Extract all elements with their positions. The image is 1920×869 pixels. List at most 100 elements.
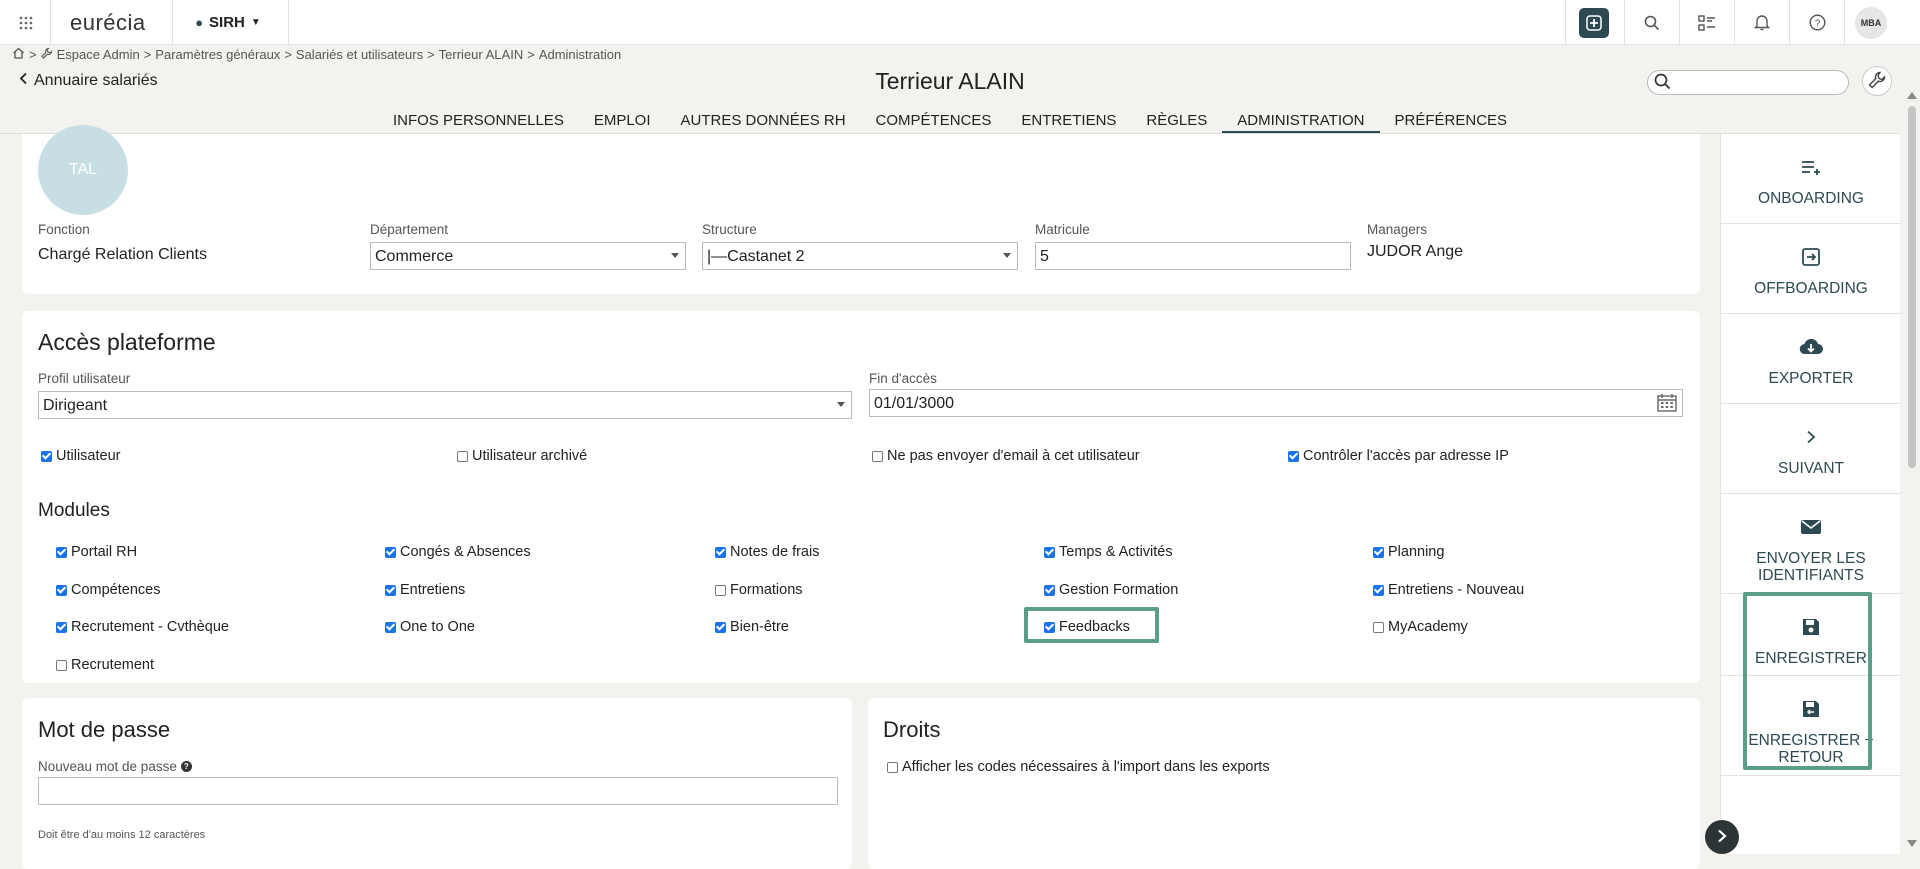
exporter-button[interactable]: EXPORTER: [1721, 314, 1901, 404]
checkbox-icon: [385, 584, 396, 596]
new-password-input[interactable]: [38, 777, 838, 805]
tasks-icon[interactable]: [1682, 0, 1732, 45]
module-label: Formations: [730, 582, 803, 598]
fin-acces-input[interactable]: 01/01/3000: [869, 389, 1683, 417]
drop-icon: ●: [195, 15, 204, 30]
app-launcher-grid-icon[interactable]: [10, 0, 42, 45]
employee-avatar: TAL: [38, 125, 128, 215]
search-icon[interactable]: [1627, 0, 1677, 45]
checkbox-icon: [385, 546, 396, 558]
checkbox-icon: [715, 621, 726, 633]
password-label-text: Nouveau mot de passe: [38, 759, 177, 774]
exporter-label: EXPORTER: [1768, 370, 1854, 387]
onboarding-label: ONBOARDING: [1758, 190, 1864, 207]
module-recrutement[interactable]: Recrutement: [56, 657, 154, 673]
managers-label: Managers: [1367, 222, 1428, 237]
module-planning[interactable]: Planning: [1373, 544, 1444, 560]
breadcrumb-item[interactable]: Salariés et utilisateurs: [296, 47, 423, 62]
calendar-icon[interactable]: [1657, 393, 1677, 417]
no-email-checkbox[interactable]: Ne pas envoyer d'email à cet utilisateur: [872, 448, 1140, 464]
checkbox-icon: [1288, 450, 1299, 462]
breadcrumb: > Espace Admin > Paramètres généraux > S…: [12, 47, 621, 62]
checkbox-icon: [1373, 584, 1384, 596]
add-button[interactable]: [1568, 0, 1620, 45]
chevron-down-icon: [671, 253, 679, 258]
option-label: Afficher les codes nécessaires à l'impor…: [902, 759, 1270, 775]
envoyer-identifiants-label: ENVOYER LES IDENTIFIANTS: [1756, 550, 1866, 584]
module-label: Notes de frais: [730, 544, 820, 560]
onboarding-button[interactable]: ONBOARDING: [1721, 134, 1901, 224]
chevron-right-icon: [1717, 829, 1727, 846]
breadcrumb-separator: >: [29, 47, 37, 62]
scroll-up-arrow-icon[interactable]: [1907, 92, 1917, 99]
next-arrow-button[interactable]: [1705, 820, 1739, 854]
utilisateur-checkbox[interactable]: Utilisateur: [41, 448, 120, 464]
departement-label: Département: [370, 222, 449, 237]
fonction-label: Fonction: [38, 222, 90, 237]
module-entretiens-nouveau[interactable]: Entretiens - Nouveau: [1373, 582, 1524, 598]
module-label: Entretiens - Nouveau: [1388, 582, 1525, 598]
module-conges-absences[interactable]: Congés & Absences: [385, 544, 531, 560]
offboarding-button[interactable]: OFFBOARDING: [1721, 224, 1901, 314]
module-bien-etre[interactable]: Bien-être: [715, 619, 789, 635]
settings-wrench-button[interactable]: [1862, 66, 1892, 96]
tab-autres-donnees-rh[interactable]: AUTRES DONNÉES RH: [666, 112, 861, 133]
search-input[interactable]: [1647, 70, 1849, 95]
tab-entretiens[interactable]: ENTRETIENS: [1006, 112, 1131, 133]
breadcrumb-item[interactable]: Paramètres généraux: [155, 47, 280, 62]
user-avatar[interactable]: MBA: [1850, 0, 1892, 45]
module-label: Recrutement: [71, 657, 155, 673]
module-label: One to One: [400, 619, 475, 635]
tab-administration[interactable]: ADMINISTRATION: [1222, 112, 1380, 133]
matricule-input[interactable]: 5: [1035, 242, 1351, 270]
breadcrumb-item[interactable]: Terrieur ALAIN: [439, 47, 524, 62]
suivant-button[interactable]: SUIVANT: [1721, 404, 1901, 494]
page-title: Terrieur ALAIN: [875, 68, 1025, 94]
mail-icon: [1800, 516, 1822, 538]
checkbox-icon: [41, 450, 52, 462]
checkbox-icon: [385, 621, 396, 633]
module-formations[interactable]: Formations: [715, 582, 803, 598]
profil-utilisateur-value: Dirigeant: [43, 397, 108, 414]
scrollbar-thumb[interactable]: [1908, 106, 1916, 468]
ip-control-checkbox[interactable]: Contrôler l'accès par adresse IP: [1288, 448, 1509, 464]
module-label: Gestion Formation: [1059, 582, 1179, 598]
module-label: Congés & Absences: [400, 544, 531, 560]
envoyer-identifiants-button[interactable]: ENVOYER LES IDENTIFIANTS: [1721, 494, 1901, 594]
tab-preferences[interactable]: PRÉFÉRENCES: [1380, 112, 1523, 133]
breadcrumb-item[interactable]: Espace Admin: [57, 47, 140, 62]
module-competences[interactable]: Compétences: [56, 582, 160, 598]
module-recrutement-cvtheque[interactable]: Recrutement - Cvthèque: [56, 619, 229, 635]
profil-utilisateur-label: Profil utilisateur: [38, 371, 131, 386]
tab-emploi[interactable]: EMPLOI: [579, 112, 666, 133]
module-label: Entretiens: [400, 582, 466, 598]
vertical-scrollbar[interactable]: [1905, 100, 1918, 860]
module-notes-de-frais[interactable]: Notes de frais: [715, 544, 819, 560]
module-temps-activites[interactable]: Temps & Activités: [1044, 544, 1173, 560]
plus-icon: [1579, 7, 1609, 38]
save-buttons-highlight: [1743, 592, 1872, 770]
afficher-codes-checkbox[interactable]: Afficher les codes nécessaires à l'impor…: [887, 759, 1270, 775]
tab-competences[interactable]: COMPÉTENCES: [861, 112, 1007, 133]
module-entretiens[interactable]: Entretiens: [385, 582, 465, 598]
scroll-down-arrow-icon[interactable]: [1907, 840, 1917, 847]
help-icon[interactable]: ?: [180, 761, 192, 772]
structure-select[interactable]: |—Castanet 2: [702, 242, 1018, 270]
module-one-to-one[interactable]: One to One: [385, 619, 475, 635]
profil-utilisateur-select[interactable]: Dirigeant: [38, 391, 852, 419]
departement-select[interactable]: Commerce: [370, 242, 686, 270]
utilisateur-archive-checkbox[interactable]: Utilisateur archivé: [457, 448, 587, 464]
bell-icon[interactable]: [1737, 0, 1787, 45]
help-icon[interactable]: ?: [1792, 0, 1842, 45]
module-gestion-formation[interactable]: Gestion Formation: [1044, 582, 1178, 598]
app-selector[interactable]: ● SIRH ▼: [188, 0, 268, 45]
modules-title: Modules: [38, 500, 110, 521]
profile-card: [22, 134, 1700, 294]
tab-regles[interactable]: RÈGLES: [1131, 112, 1222, 133]
tab-infos-personnelles[interactable]: INFOS PERSONNELLES: [378, 112, 579, 133]
checkbox-icon: [56, 546, 67, 558]
home-icon[interactable]: [12, 47, 25, 62]
suivant-label: SUIVANT: [1777, 460, 1845, 477]
module-portail-rh[interactable]: Portail RH: [56, 544, 137, 560]
module-myacademy[interactable]: MyAcademy: [1373, 619, 1468, 635]
